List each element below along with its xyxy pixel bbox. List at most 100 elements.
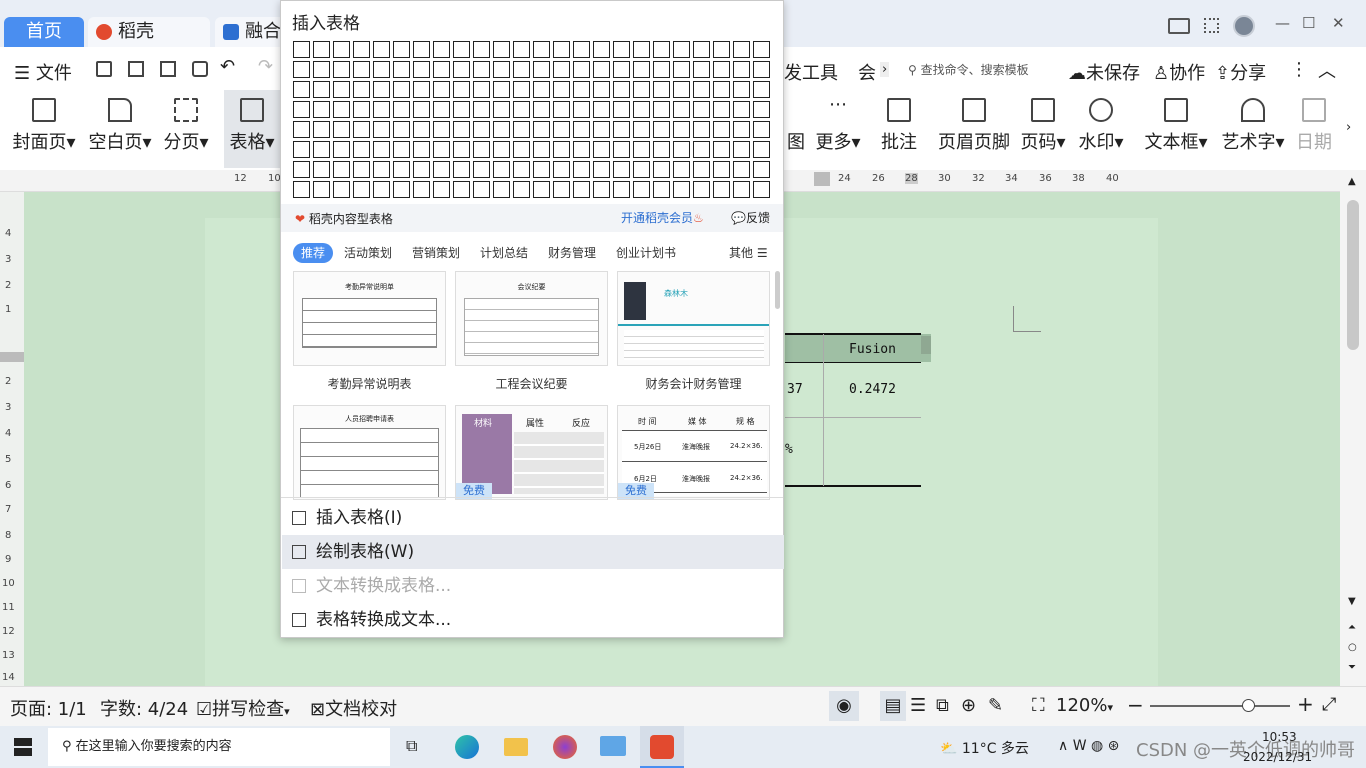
- close-icon[interactable]: ✕: [1332, 14, 1345, 32]
- table-grid-cell[interactable]: [573, 81, 590, 98]
- windows-start-icon[interactable]: [14, 738, 32, 756]
- table-grid-cell[interactable]: [353, 161, 370, 178]
- share-button[interactable]: ⇪分享: [1215, 59, 1266, 85]
- table-grid-cell[interactable]: [673, 61, 690, 78]
- table-grid-cell[interactable]: [373, 41, 390, 58]
- table-grid-cell[interactable]: [393, 81, 410, 98]
- next-page-icon[interactable]: ⏷: [1348, 662, 1356, 673]
- table-grid-cell[interactable]: [593, 41, 610, 58]
- table-grid-cell[interactable]: [393, 181, 410, 198]
- table-grid-cell[interactable]: [293, 61, 310, 78]
- table-grid-cell[interactable]: [593, 121, 610, 138]
- template-thumb-media[interactable]: 时 间 媒 体 规 格 5月26日 淮海晚报 24.2×36. 6月2日 淮海晚…: [617, 405, 770, 500]
- zoom-out-icon[interactable]: −: [1127, 693, 1144, 717]
- blank-page-button[interactable]: 空白页▾: [84, 90, 156, 168]
- table-grid-cell[interactable]: [453, 41, 470, 58]
- table-grid-cell[interactable]: [713, 161, 730, 178]
- draw-table-item[interactable]: 绘制表格(W): [282, 535, 784, 569]
- table-to-text-item[interactable]: 表格转换成文本...: [282, 603, 784, 637]
- table-grid-cell[interactable]: [393, 161, 410, 178]
- table-grid-cell[interactable]: [313, 81, 330, 98]
- table-grid-cell[interactable]: [733, 61, 750, 78]
- category-more[interactable]: 其他 ☰: [729, 243, 768, 263]
- table-grid-cell[interactable]: [333, 181, 350, 198]
- table-grid-cell[interactable]: [553, 161, 570, 178]
- table-grid-cell[interactable]: [753, 81, 770, 98]
- table-grid-cell[interactable]: [413, 181, 430, 198]
- table-grid-cell[interactable]: [493, 61, 510, 78]
- table-grid-cell[interactable]: [573, 61, 590, 78]
- page-number-button[interactable]: 页码▾: [1018, 90, 1068, 168]
- menu-item-member[interactable]: 会: [858, 59, 876, 85]
- table-grid-cell[interactable]: [513, 101, 530, 118]
- redo-icon[interactable]: ↷: [258, 56, 273, 77]
- table-grid-cell[interactable]: [593, 141, 610, 158]
- table-grid-cell[interactable]: [733, 81, 750, 98]
- vip-link[interactable]: 开通稻壳会员♨: [621, 209, 704, 226]
- table-grid-cell[interactable]: [373, 61, 390, 78]
- zoom-slider-thumb[interactable]: [1242, 699, 1255, 712]
- table-grid-cell[interactable]: [633, 41, 650, 58]
- table-grid-cell[interactable]: [493, 181, 510, 198]
- textbox-button[interactable]: 文本框▾: [1142, 90, 1210, 168]
- table-grid-cell[interactable]: [553, 41, 570, 58]
- table-grid-cell[interactable]: [613, 161, 630, 178]
- table-grid-cell[interactable]: [293, 161, 310, 178]
- table-cell[interactable]: 0.2472: [849, 382, 896, 397]
- print-icon[interactable]: [160, 61, 176, 77]
- table-grid-cell[interactable]: [533, 61, 550, 78]
- table-grid-cell[interactable]: [533, 101, 550, 118]
- page-jump-icon[interactable]: ○: [1348, 642, 1357, 653]
- tab-home[interactable]: 首页: [4, 17, 84, 47]
- table-cell[interactable]: %: [785, 442, 793, 457]
- layout-icon[interactable]: [1168, 18, 1190, 34]
- tray-icons[interactable]: ∧ W ◍ ⊛: [1058, 738, 1119, 754]
- table-grid-cell[interactable]: [293, 41, 310, 58]
- table-grid-cell[interactable]: [433, 161, 450, 178]
- table-grid-cell[interactable]: [613, 101, 630, 118]
- table-grid-cell[interactable]: [613, 141, 630, 158]
- table-grid-cell[interactable]: [453, 101, 470, 118]
- table-grid-cell[interactable]: [633, 101, 650, 118]
- table-grid-cell[interactable]: [713, 101, 730, 118]
- table-grid-cell[interactable]: [333, 161, 350, 178]
- avatar[interactable]: [1233, 15, 1255, 37]
- table-grid-cell[interactable]: [453, 181, 470, 198]
- firefox-icon[interactable]: [553, 735, 577, 759]
- ribbon-scroll-right[interactable]: ›: [1346, 120, 1351, 135]
- table-grid-cell[interactable]: [633, 181, 650, 198]
- table-grid-cell[interactable]: [533, 41, 550, 58]
- table-grid-cell[interactable]: [613, 41, 630, 58]
- table-grid-cell[interactable]: [433, 101, 450, 118]
- table-grid-cell[interactable]: [473, 181, 490, 198]
- spell-check-button[interactable]: ☑拼写检查▾: [196, 695, 290, 721]
- vertical-ruler[interactable]: 4 3 2 1 2 3 4 5 6 7 8 9 10 11 12 13 14: [0, 192, 24, 686]
- category-chip[interactable]: 财务管理: [548, 243, 596, 263]
- table-grid-cell[interactable]: [713, 41, 730, 58]
- zoom-slider-track[interactable]: [1150, 705, 1290, 707]
- maximize-icon[interactable]: ☐: [1302, 14, 1315, 32]
- table-grid-cell[interactable]: [733, 121, 750, 138]
- table-grid-cell[interactable]: [333, 61, 350, 78]
- table-grid-cell[interactable]: [593, 61, 610, 78]
- table-grid-cell[interactable]: [433, 61, 450, 78]
- table-grid-cell[interactable]: [553, 141, 570, 158]
- template-thumb-recruitment[interactable]: 人员招聘申请表: [293, 405, 446, 500]
- table-grid-cell[interactable]: [373, 81, 390, 98]
- page-indicator[interactable]: 页面: 1/1: [10, 695, 87, 721]
- table-grid-cell[interactable]: [433, 121, 450, 138]
- table-grid-cell[interactable]: [413, 121, 430, 138]
- table-grid-cell[interactable]: [453, 121, 470, 138]
- table-grid-cell[interactable]: [393, 141, 410, 158]
- table-grid-cell[interactable]: [573, 161, 590, 178]
- table-grid-cell[interactable]: [673, 161, 690, 178]
- table-grid-cell[interactable]: [693, 61, 710, 78]
- table-grid-cell[interactable]: [433, 41, 450, 58]
- table-grid-cell[interactable]: [613, 181, 630, 198]
- table-grid-cell[interactable]: [593, 101, 610, 118]
- table-grid-cell[interactable]: [353, 141, 370, 158]
- web-view-icon[interactable]: ⊕: [961, 695, 976, 716]
- table-grid-cell[interactable]: [513, 41, 530, 58]
- table-grid-cell[interactable]: [433, 141, 450, 158]
- table-grid-cell[interactable]: [553, 61, 570, 78]
